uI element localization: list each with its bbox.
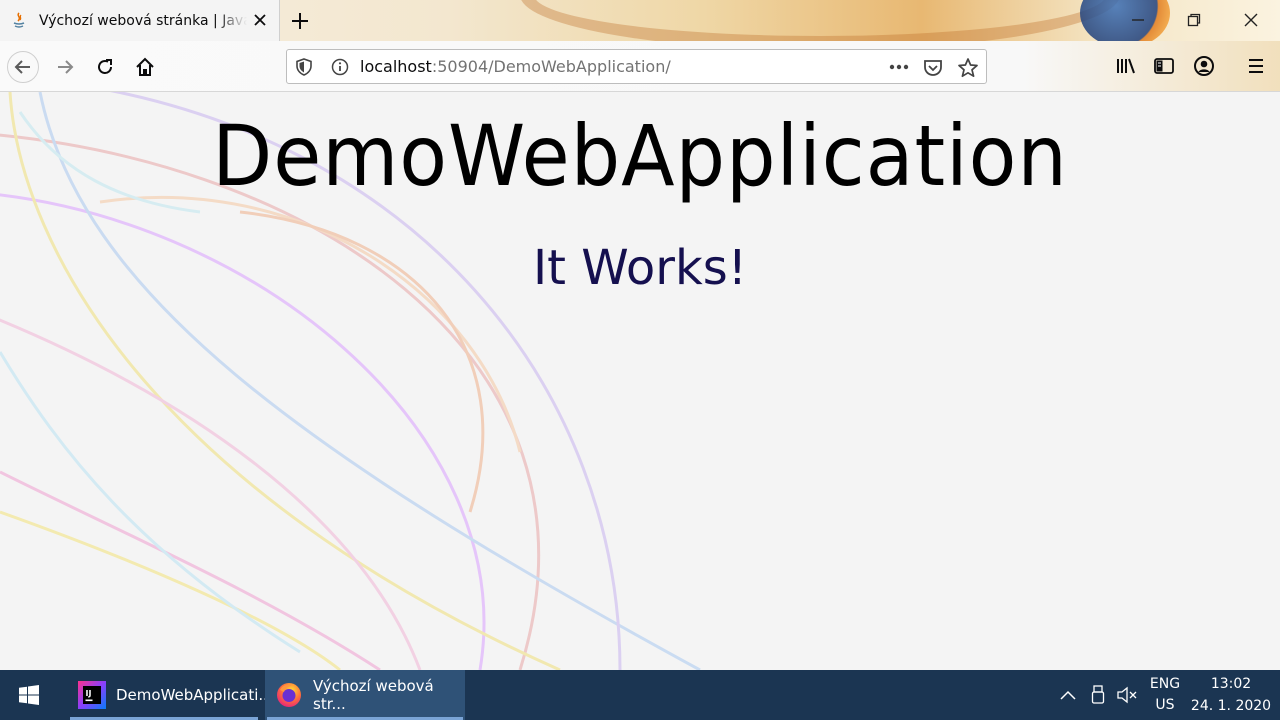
arrow-left-icon[interactable] [7, 51, 39, 83]
pocket-icon[interactable] [923, 58, 943, 78]
taskbar-item-label: DemoWebApplicati... [116, 686, 273, 704]
windows-icon[interactable] [0, 670, 58, 720]
reload-icon[interactable] [89, 51, 121, 83]
title-bar: Výchozí webová stránka | Java 2 [0, 0, 1280, 41]
nav-toolbar: localhost:50904/DemoWebApplication/ [0, 41, 1280, 92]
clock[interactable]: 13:02 24. 1. 2020 [1190, 670, 1272, 720]
url-text[interactable]: localhost:50904/DemoWebApplication/ [360, 58, 671, 76]
tab-close-icon[interactable] [251, 11, 269, 29]
browser-window: Výchozí webová stránka | Java 2 localhos… [0, 0, 1280, 670]
tab-active[interactable]: Výchozí webová stránka | Java 2 [0, 0, 280, 41]
restore-icon[interactable] [1174, 8, 1214, 32]
minimize-icon[interactable] [1118, 8, 1158, 32]
plus-icon[interactable] [286, 8, 314, 34]
volume-muted-icon[interactable] [1115, 670, 1139, 720]
star-icon[interactable] [957, 57, 979, 79]
url-path: :50904/DemoWebApplication/ [431, 57, 671, 76]
page-title: DemoWebApplication [212, 107, 1068, 205]
home-icon[interactable] [129, 51, 161, 83]
intellij-icon: IJ [78, 681, 106, 709]
sidebar-icon[interactable] [1152, 54, 1176, 78]
taskbar: IJ DemoWebApplicati... Výchozí webová st… [0, 670, 1280, 720]
info-icon[interactable] [331, 58, 349, 76]
tab-title: Výchozí webová stránka | Java 2 [39, 12, 247, 29]
taskbar-item-intellij[interactable]: IJ DemoWebApplicati... [68, 670, 273, 720]
keyboard-layout: US [1155, 697, 1175, 713]
usb-icon[interactable] [1088, 670, 1108, 720]
theme-swirl [520, 0, 1120, 41]
language-code: ENG [1149, 676, 1181, 692]
page-content: DemoWebApplication It Works! [0, 92, 1280, 670]
close-icon[interactable] [1231, 8, 1271, 32]
firefox-icon [275, 681, 303, 709]
url-host: localhost [360, 57, 432, 76]
url-bar[interactable]: localhost:50904/DemoWebApplication/ [286, 49, 987, 84]
chevron-up-icon[interactable] [1057, 670, 1079, 720]
shield-icon[interactable] [295, 58, 313, 76]
account-icon[interactable] [1192, 54, 1216, 78]
status-message: It Works! [532, 240, 748, 296]
java-icon [10, 11, 28, 30]
hamburger-icon[interactable] [1244, 54, 1268, 78]
ellipsis-icon[interactable] [887, 57, 911, 77]
taskbar-item-label: Výchozí webová str... [313, 677, 434, 713]
clock-time: 13:02 [1210, 676, 1252, 692]
clock-date: 24. 1. 2020 [1190, 698, 1272, 714]
library-icon[interactable] [1114, 54, 1138, 78]
svg-text:IJ: IJ [86, 689, 92, 698]
arrow-right-icon[interactable] [49, 51, 81, 83]
taskbar-item-firefox[interactable]: Výchozí webová str... [265, 670, 465, 720]
language-indicator[interactable]: ENG US [1145, 670, 1185, 720]
